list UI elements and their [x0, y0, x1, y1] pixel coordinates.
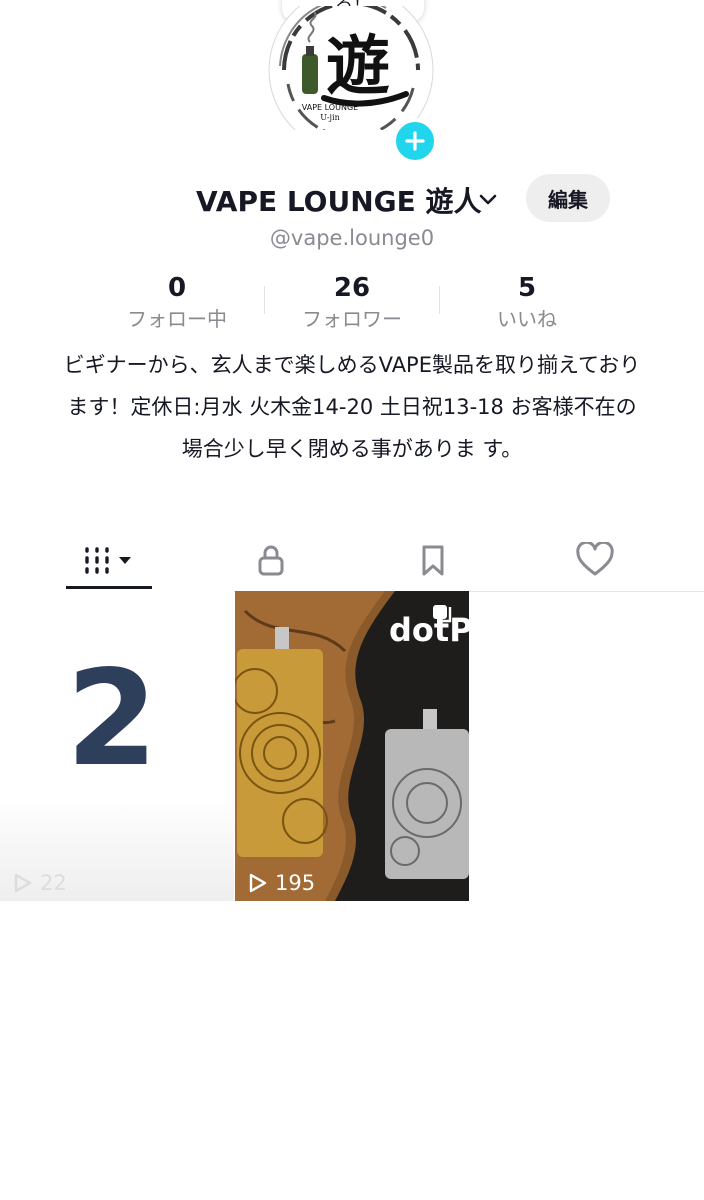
active-tab-indicator: [66, 586, 152, 589]
following-label: フォロー中: [127, 307, 227, 331]
avatar-logo: 遊 VAPE LOUNGE U-jin: [268, 6, 434, 130]
tab-private[interactable]: [226, 530, 316, 590]
chevron-down-icon[interactable]: [476, 188, 500, 212]
pinned-icon: [433, 605, 452, 623]
view-count: 22: [10, 871, 67, 895]
likes-label: いいね: [497, 307, 557, 331]
play-icon: [249, 873, 267, 893]
tab-videos[interactable]: [64, 530, 154, 590]
svg-text:VAPE LOUNGE: VAPE LOUNGE: [302, 103, 358, 112]
video-overlay-text: 2: [66, 642, 158, 796]
video-thumbnail[interactable]: 2 22: [0, 591, 234, 901]
view-count: 195: [245, 871, 315, 895]
username-handle: @vape.lounge0: [269, 226, 435, 250]
bookmark-icon: [422, 545, 444, 576]
tab-saved[interactable]: [388, 530, 478, 590]
tab-liked[interactable]: [550, 530, 640, 590]
svg-text:U-jin: U-jin: [320, 113, 340, 122]
lock-icon: [258, 545, 284, 576]
plus-icon: [405, 131, 425, 151]
grid-icon: [85, 547, 131, 574]
edit-profile-button[interactable]: 編集: [526, 174, 610, 222]
profile-tabs: [0, 530, 704, 592]
likes-stat[interactable]: 5 いいね: [440, 272, 614, 334]
likes-count: 5: [517, 273, 537, 303]
profile-bio: ビギナーから、玄人まで楽しめるVAPE製品を取り揃えております！定休日:月水 火…: [63, 353, 641, 461]
display-name[interactable]: VAPE LOUNGE 遊人: [196, 180, 482, 220]
followers-count: 26: [333, 273, 371, 303]
following-count: 0: [167, 273, 187, 303]
play-icon: [14, 873, 32, 893]
profile-stats: 0 フォロー中 26 フォロワー 5 いいね: [90, 272, 614, 334]
video-thumbnail[interactable]: dotPo 195: [235, 591, 469, 901]
followers-label: フォロワー: [302, 307, 402, 331]
svg-text:遊: 遊: [326, 29, 390, 104]
video-grid: 2 22 dotPo: [0, 591, 704, 901]
view-count-value: 195: [275, 871, 316, 895]
following-stat[interactable]: 0 フォロー中: [90, 272, 264, 334]
profile-avatar[interactable]: 遊 VAPE LOUNGE U-jin: [266, 6, 436, 130]
followers-stat[interactable]: 26 フォロワー: [265, 272, 439, 334]
add-story-button[interactable]: [392, 118, 438, 164]
view-count-value: 22: [40, 871, 67, 895]
heart-icon: [576, 542, 614, 576]
video-overlay-text: dotPo: [389, 611, 469, 649]
